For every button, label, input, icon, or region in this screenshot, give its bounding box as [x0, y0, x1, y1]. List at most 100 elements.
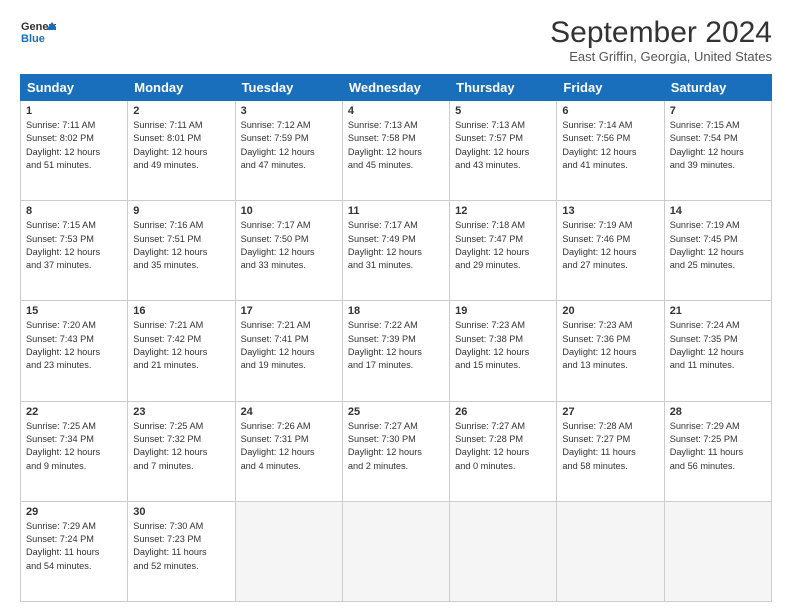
- day-info: Sunrise: 7:18 AMSunset: 7:47 PMDaylight:…: [455, 219, 551, 272]
- calendar-day-cell: 28 Sunrise: 7:29 AMSunset: 7:25 PMDayligh…: [664, 401, 771, 501]
- day-info: Sunrise: 7:21 AMSunset: 7:42 PMDaylight:…: [133, 319, 229, 372]
- calendar-day-cell: 14Sunrise: 7:19 AMSunset: 7:45 PMDayligh…: [664, 201, 771, 301]
- day-info: Sunrise: 7:29 AMSunset: 7:24 PMDaylight:…: [26, 520, 122, 573]
- calendar-day-cell: 8 Sunrise: 7:15 AMSunset: 7:53 PMDaylight…: [21, 201, 128, 301]
- day-info: Sunrise: 7:29 AMSunset: 7:25 PMDaylight:…: [670, 420, 766, 473]
- day-info: Sunrise: 7:27 AMSunset: 7:28 PMDaylight:…: [455, 420, 551, 473]
- calendar-day-cell: 1Sunrise: 7:11 AMSunset: 8:02 PMDaylight…: [21, 101, 128, 201]
- calendar-day-header: Sunday: [21, 75, 128, 101]
- calendar-day-cell: 10Sunrise: 7:17 AMSunset: 7:50 PMDayligh…: [235, 201, 342, 301]
- day-number: 27: [562, 406, 658, 418]
- day-info: Sunrise: 7:23 AMSunset: 7:38 PMDaylight:…: [455, 319, 551, 372]
- calendar-week-row: 22 Sunrise: 7:25 AMSunset: 7:34 PMDayligh…: [21, 401, 772, 501]
- calendar-day-cell: 5Sunrise: 7:13 AMSunset: 7:57 PMDaylight…: [450, 101, 557, 201]
- day-number: 8: [26, 205, 122, 217]
- calendar-day-cell: 6Sunrise: 7:14 AMSunset: 7:56 PMDaylight…: [557, 101, 664, 201]
- calendar-day-cell: 29Sunrise: 7:29 AMSunset: 7:24 PMDayligh…: [21, 501, 128, 601]
- calendar-day-header: Thursday: [450, 75, 557, 101]
- calendar-header-row: SundayMondayTuesdayWednesdayThursdayFrid…: [21, 75, 772, 101]
- day-number: 13: [562, 205, 658, 217]
- calendar-day-header: Monday: [128, 75, 235, 101]
- calendar-day-cell: 20 Sunrise: 7:23 AMSunset: 7:36 PMDayligh…: [557, 301, 664, 401]
- day-number: 17: [241, 305, 337, 317]
- calendar-week-row: 1Sunrise: 7:11 AMSunset: 8:02 PMDaylight…: [21, 101, 772, 201]
- day-number: 7: [670, 105, 766, 117]
- main-title: September 2024: [550, 16, 772, 49]
- calendar-day-cell: 12 Sunrise: 7:18 AMSunset: 7:47 PMDayligh…: [450, 201, 557, 301]
- svg-text:Blue: Blue: [21, 33, 45, 45]
- logo-svg: General Blue: [20, 16, 56, 52]
- day-number: 28: [670, 406, 766, 418]
- day-number: 26: [455, 406, 551, 418]
- day-number: 3: [241, 105, 337, 117]
- calendar-day-cell: 2Sunrise: 7:11 AMSunset: 8:01 PMDaylight…: [128, 101, 235, 201]
- day-number: 24: [241, 406, 337, 418]
- day-info: Sunrise: 7:22 AMSunset: 7:39 PMDaylight:…: [348, 319, 444, 372]
- day-info: Sunrise: 7:30 AMSunset: 7:23 PMDaylight:…: [133, 520, 229, 573]
- day-number: 6: [562, 105, 658, 117]
- calendar-day-header: Wednesday: [342, 75, 449, 101]
- calendar-day-cell: 13Sunrise: 7:19 AMSunset: 7:46 PMDayligh…: [557, 201, 664, 301]
- day-number: 9: [133, 205, 229, 217]
- calendar-day-cell: [664, 501, 771, 601]
- day-number: 21: [670, 305, 766, 317]
- calendar-day-cell: 3Sunrise: 7:12 AMSunset: 7:59 PMDaylight…: [235, 101, 342, 201]
- calendar-day-cell: 18 Sunrise: 7:22 AMSunset: 7:39 PMDayligh…: [342, 301, 449, 401]
- calendar-day-cell: 27 Sunrise: 7:28 AMSunset: 7:27 PMDayligh…: [557, 401, 664, 501]
- calendar-day-cell: 26 Sunrise: 7:27 AMSunset: 7:28 PMDayligh…: [450, 401, 557, 501]
- calendar-day-cell: 24 Sunrise: 7:26 AMSunset: 7:31 PMDayligh…: [235, 401, 342, 501]
- calendar-day-cell: 7 Sunrise: 7:15 AMSunset: 7:54 PMDaylight…: [664, 101, 771, 201]
- calendar-day-header: Saturday: [664, 75, 771, 101]
- day-number: 25: [348, 406, 444, 418]
- day-info: Sunrise: 7:13 AMSunset: 7:57 PMDaylight:…: [455, 119, 551, 172]
- day-number: 2: [133, 105, 229, 117]
- calendar-day-header: Friday: [557, 75, 664, 101]
- day-number: 16: [133, 305, 229, 317]
- day-info: Sunrise: 7:27 AMSunset: 7:30 PMDaylight:…: [348, 420, 444, 473]
- day-info: Sunrise: 7:28 AMSunset: 7:27 PMDaylight:…: [562, 420, 658, 473]
- calendar-week-row: 15 Sunrise: 7:20 AMSunset: 7:43 PMDayligh…: [21, 301, 772, 401]
- day-number: 11: [348, 205, 444, 217]
- day-info: Sunrise: 7:20 AMSunset: 7:43 PMDaylight:…: [26, 319, 122, 372]
- day-info: Sunrise: 7:25 AMSunset: 7:34 PMDaylight:…: [26, 420, 122, 473]
- day-number: 30: [133, 506, 229, 518]
- day-number: 20: [562, 305, 658, 317]
- calendar-day-header: Tuesday: [235, 75, 342, 101]
- calendar-day-cell: 25 Sunrise: 7:27 AMSunset: 7:30 PMDayligh…: [342, 401, 449, 501]
- day-number: 12: [455, 205, 551, 217]
- day-info: Sunrise: 7:26 AMSunset: 7:31 PMDaylight:…: [241, 420, 337, 473]
- day-info: Sunrise: 7:17 AMSunset: 7:49 PMDaylight:…: [348, 219, 444, 272]
- day-number: 22: [26, 406, 122, 418]
- calendar-day-cell: [342, 501, 449, 601]
- day-number: 19: [455, 305, 551, 317]
- calendar-day-cell: 22 Sunrise: 7:25 AMSunset: 7:34 PMDayligh…: [21, 401, 128, 501]
- day-number: 1: [26, 105, 122, 117]
- day-info: Sunrise: 7:15 AMSunset: 7:54 PMDaylight:…: [670, 119, 766, 172]
- calendar-week-row: 29Sunrise: 7:29 AMSunset: 7:24 PMDayligh…: [21, 501, 772, 601]
- subtitle: East Griffin, Georgia, United States: [550, 49, 772, 64]
- calendar-day-cell: 16 Sunrise: 7:21 AMSunset: 7:42 PMDayligh…: [128, 301, 235, 401]
- day-info: Sunrise: 7:23 AMSunset: 7:36 PMDaylight:…: [562, 319, 658, 372]
- day-info: Sunrise: 7:25 AMSunset: 7:32 PMDaylight:…: [133, 420, 229, 473]
- calendar-day-cell: [235, 501, 342, 601]
- day-number: 15: [26, 305, 122, 317]
- calendar-day-cell: 11 Sunrise: 7:17 AMSunset: 7:49 PMDayligh…: [342, 201, 449, 301]
- calendar-day-cell: 21 Sunrise: 7:24 AMSunset: 7:35 PMDayligh…: [664, 301, 771, 401]
- day-info: Sunrise: 7:21 AMSunset: 7:41 PMDaylight:…: [241, 319, 337, 372]
- logo: General Blue: [20, 16, 56, 52]
- day-number: 14: [670, 205, 766, 217]
- calendar-table: SundayMondayTuesdayWednesdayThursdayFrid…: [20, 74, 772, 602]
- day-info: Sunrise: 7:15 AMSunset: 7:53 PMDaylight:…: [26, 219, 122, 272]
- day-info: Sunrise: 7:16 AMSunset: 7:51 PMDaylight:…: [133, 219, 229, 272]
- calendar-week-row: 8 Sunrise: 7:15 AMSunset: 7:53 PMDaylight…: [21, 201, 772, 301]
- calendar-day-cell: 4 Sunrise: 7:13 AMSunset: 7:58 PMDaylight…: [342, 101, 449, 201]
- day-info: Sunrise: 7:24 AMSunset: 7:35 PMDaylight:…: [670, 319, 766, 372]
- page-header: General Blue September 2024 East Griffin…: [20, 16, 772, 64]
- day-number: 18: [348, 305, 444, 317]
- day-info: Sunrise: 7:13 AMSunset: 7:58 PMDaylight:…: [348, 119, 444, 172]
- day-number: 23: [133, 406, 229, 418]
- day-number: 10: [241, 205, 337, 217]
- calendar-day-cell: 17 Sunrise: 7:21 AMSunset: 7:41 PMDayligh…: [235, 301, 342, 401]
- calendar-day-cell: [450, 501, 557, 601]
- day-number: 4: [348, 105, 444, 117]
